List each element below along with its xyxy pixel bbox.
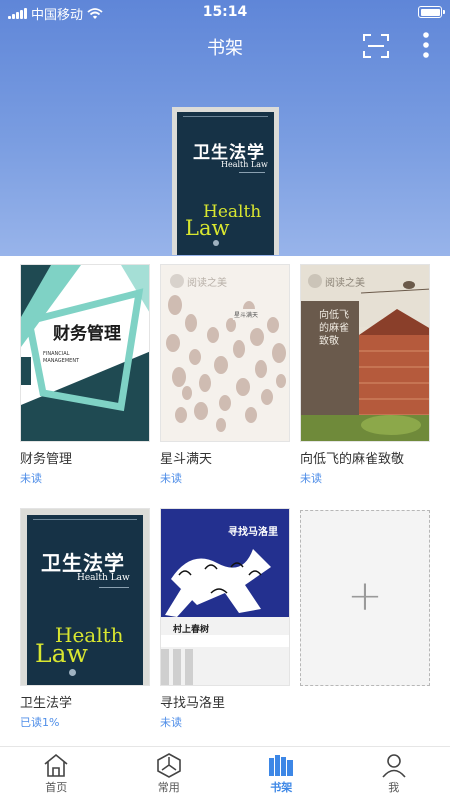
book-read-status: 未读 [300, 472, 322, 485]
cover-brand: 阅读之美 [325, 278, 365, 289]
tab-label: 书架 [270, 781, 293, 794]
cover-art-sparrow [301, 265, 429, 441]
scan-icon [363, 34, 389, 58]
bottom-tab-bar: 首页 常用 书架 我 [0, 746, 450, 800]
cover-title: 卫生法学 [41, 551, 125, 575]
book-cover[interactable]: 阅读之美 向低飞的麻雀致敬 [300, 264, 430, 442]
book-item[interactable]: 寻找马洛里 村上春树 寻找马洛里 未读 [160, 508, 290, 730]
featured-cover-subtitle: Health Law [221, 160, 268, 169]
cover-subtitle: Health Law [77, 573, 130, 583]
book-cover[interactable]: 阅读之美 星斗满天 [160, 264, 290, 442]
scan-button[interactable] [362, 32, 390, 60]
tab-me[interactable]: 我 [338, 747, 450, 800]
featured-book-cover[interactable]: 卫生法学 Health Law Health Law [172, 107, 279, 255]
cover-title: 向低飞的麻雀致敬 [319, 310, 349, 347]
book-read-status: 未读 [160, 472, 182, 485]
more-vertical-icon [423, 32, 429, 58]
book-item[interactable]: 财务管理 FINANCIAL MANAGEMENT 财务管理 未读 [20, 264, 150, 486]
book-read-status: 未读 [160, 716, 182, 729]
book-read-status: 已读1% [20, 716, 60, 729]
tab-common[interactable]: 常用 [113, 747, 226, 800]
cover-big-2: Law [35, 639, 88, 668]
book-title: 寻找马洛里 [160, 696, 226, 711]
tab-label: 我 [388, 781, 400, 794]
battery-icon [418, 6, 445, 18]
status-bar: 中国移动 15:14 [0, 0, 450, 24]
book-cover[interactable]: 寻找马洛里 村上春树 [160, 508, 290, 686]
tab-label: 首页 [45, 781, 68, 794]
person-icon [382, 754, 406, 778]
book-item[interactable]: 卫生法学 Health Law Health Law 卫生法学 已读1% [20, 508, 150, 730]
book-cover[interactable]: 财务管理 FINANCIAL MANAGEMENT [20, 264, 150, 442]
book-read-status: 未读 [20, 472, 42, 485]
add-book-button[interactable]: + [300, 510, 430, 686]
hexagon-icon [156, 753, 181, 778]
book-cover[interactable]: 卫生法学 Health Law Health Law [20, 508, 150, 686]
cover-title: 寻找马洛里 [228, 527, 278, 538]
featured-cover-big-2: Law [185, 216, 230, 240]
tab-bookshelf[interactable]: 书架 [225, 747, 338, 800]
cover-author: 村上春树 [173, 625, 210, 635]
book-title: 卫生法学 [20, 696, 73, 711]
tab-label: 常用 [157, 781, 180, 794]
book-title: 星斗满天 [160, 452, 213, 467]
book-item[interactable]: 阅读之美 星斗满天 星斗满天 未读 [160, 264, 290, 486]
cover-art-petals [166, 274, 286, 432]
more-options-button[interactable] [414, 30, 438, 60]
book-title: 财务管理 [20, 452, 73, 467]
plus-icon: + [347, 571, 383, 620]
cover-title: 财务管理 [53, 324, 121, 344]
cover-subtitle: FINANCIAL MANAGEMENT [43, 351, 80, 364]
tab-home[interactable]: 首页 [0, 747, 113, 800]
cover-title: 星斗满天 [233, 309, 260, 320]
book-item[interactable]: 阅读之美 向低飞的麻雀致敬 向低飞的麻雀致敬 未读 [300, 264, 430, 486]
book-title: 向低飞的麻雀致敬 [300, 452, 405, 467]
cover-brand: 阅读之美 [187, 278, 227, 289]
home-icon [44, 753, 68, 777]
bookshelf-grid: 财务管理 FINANCIAL MANAGEMENT 财务管理 未读 阅读之美 星… [0, 256, 450, 746]
bookshelf-icon [269, 755, 294, 776]
status-time: 15:14 [202, 4, 248, 20]
